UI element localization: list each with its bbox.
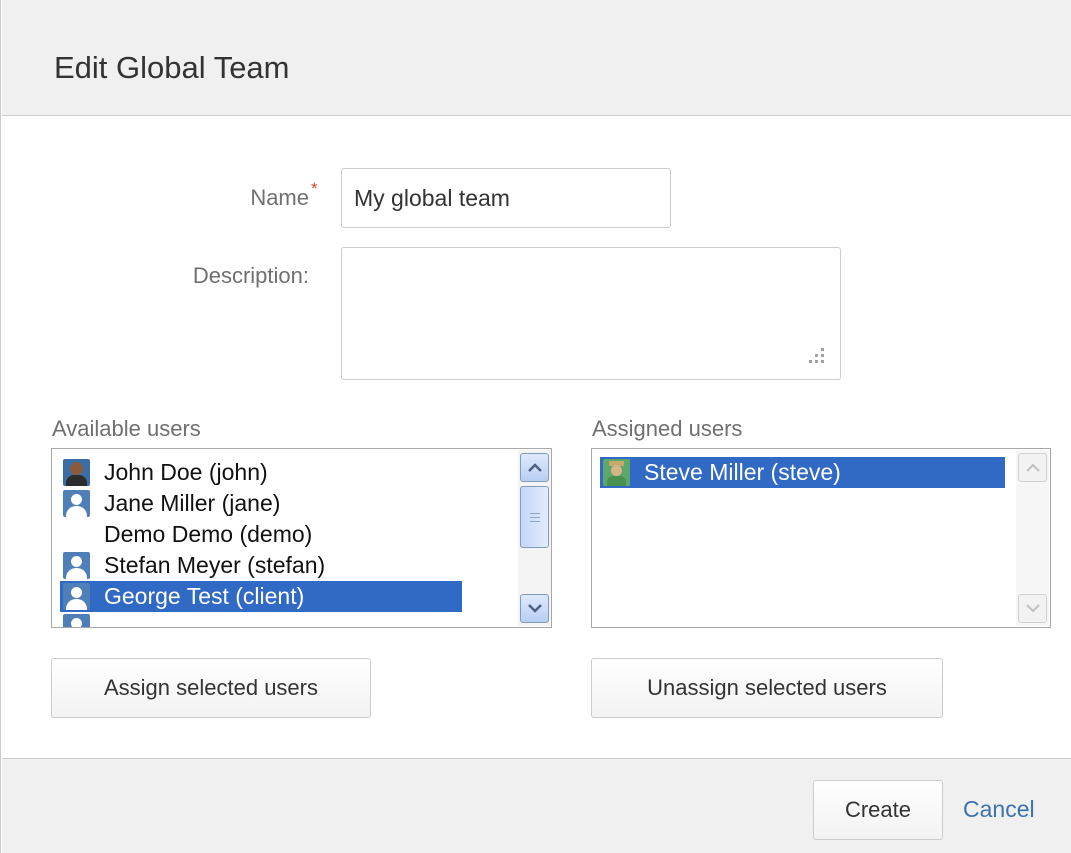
resize-grip-icon[interactable] <box>805 346 829 370</box>
description-label: Description: <box>192 263 309 288</box>
default-avatar-icon <box>63 490 90 517</box>
user-label: Demo Demo (demo) <box>104 521 313 547</box>
available-list-scrollbar[interactable] <box>518 450 551 626</box>
scroll-thumb[interactable] <box>520 486 549 548</box>
description-textarea[interactable] <box>341 247 841 380</box>
assigned-users-label: Assigned users <box>592 416 743 441</box>
scroll-down-button[interactable] <box>520 594 549 623</box>
unassign-selected-users-button[interactable]: Unassign selected users <box>591 658 943 718</box>
available-users-list[interactable]: John Doe (john) Jane Miller (jane) Demo … <box>51 448 552 628</box>
cancel-link[interactable]: Cancel <box>963 796 1035 823</box>
chevron-up-icon <box>528 463 542 472</box>
available-user-item[interactable]: Jane Miller (jane) <box>60 488 462 519</box>
assigned-user-item-selected[interactable]: Steve Miller (steve) <box>600 457 1005 488</box>
name-label: Name * <box>201 179 317 211</box>
required-marker: * <box>311 179 318 198</box>
dialog-header: Edit Global Team <box>2 0 1071 116</box>
chevron-down-icon <box>528 604 542 613</box>
green-avatar-icon <box>603 459 630 486</box>
available-users-label: Available users <box>52 416 201 441</box>
dialog-title: Edit Global Team <box>54 50 290 85</box>
available-user-item[interactable]: Stefan Meyer (stefan) <box>60 550 462 581</box>
assign-selected-users-button[interactable]: Assign selected users <box>51 658 371 718</box>
name-label-text: Name <box>250 185 309 210</box>
assigned-list-scrollbar[interactable] <box>1016 450 1049 626</box>
user-label: Steve Miller (steve) <box>644 459 841 485</box>
available-user-item-selected[interactable]: George Test (client) <box>60 581 462 612</box>
user-label: John Doe (john) <box>104 459 268 485</box>
available-user-item[interactable]: John Doe (john) <box>60 457 462 488</box>
chevron-down-icon <box>1026 604 1040 613</box>
edit-global-team-dialog: Edit Global Team Name * Description: Ava… <box>0 0 1071 853</box>
scroll-up-button[interactable] <box>520 453 549 482</box>
photo-avatar-icon <box>63 459 90 486</box>
available-user-item-partial[interactable] <box>60 612 462 627</box>
scroll-up-button[interactable] <box>1018 453 1047 482</box>
chevron-up-icon <box>1026 463 1040 472</box>
scroll-down-button[interactable] <box>1018 594 1047 623</box>
name-input[interactable] <box>341 168 671 228</box>
user-label: Stefan Meyer (stefan) <box>104 552 326 578</box>
default-avatar-icon <box>63 583 90 610</box>
assigned-users-list[interactable]: Steve Miller (steve) <box>591 448 1051 628</box>
user-label: Jane Miller (jane) <box>104 490 281 516</box>
default-avatar-icon <box>63 614 90 627</box>
default-avatar-icon <box>63 552 90 579</box>
available-user-item[interactable]: Demo Demo (demo) <box>60 519 462 550</box>
create-button[interactable]: Create <box>813 780 943 840</box>
user-label: George Test (client) <box>104 583 305 609</box>
